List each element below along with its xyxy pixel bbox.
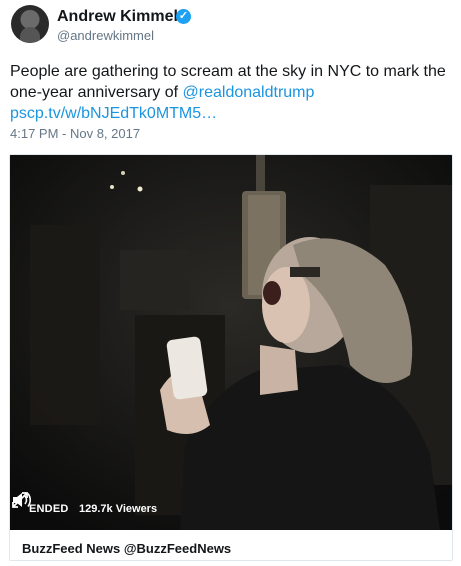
card-source[interactable]: BuzzFeed News @BuzzFeedNews (22, 541, 231, 556)
viewer-count: 129.7k Viewers (79, 503, 158, 515)
fullscreen-icon[interactable] (10, 490, 30, 510)
verified-badge-icon: ✓ (176, 9, 191, 24)
video-frame (10, 155, 452, 530)
broadcast-status: ENDED (29, 503, 69, 515)
mention-link[interactable]: @realdonaldtrump (183, 84, 315, 101)
author-handle[interactable]: @andrewkimmel (57, 28, 154, 43)
author-name[interactable]: Andrew Kimmel (57, 8, 178, 26)
url-link[interactable]: pscp.tv/w/bNJEdTk0MTM5… (10, 105, 217, 122)
avatar[interactable] (11, 5, 49, 43)
media-card[interactable]: ENDED 129.7k Viewers BuzzFeed News @Buzz… (9, 154, 453, 561)
tweet-text: People are gathering to scream at the sk… (10, 61, 450, 124)
card-footer[interactable]: BuzzFeed News @BuzzFeedNews (10, 530, 452, 560)
video-player[interactable]: ENDED 129.7k Viewers (10, 155, 452, 530)
tweet-timestamp[interactable]: 4:17 PM - Nov 8, 2017 (10, 126, 140, 141)
video-status-bar: ENDED 129.7k Viewers (10, 490, 452, 530)
tweet-header: Andrew Kimmel ✓ @andrewkimmel (10, 5, 450, 45)
